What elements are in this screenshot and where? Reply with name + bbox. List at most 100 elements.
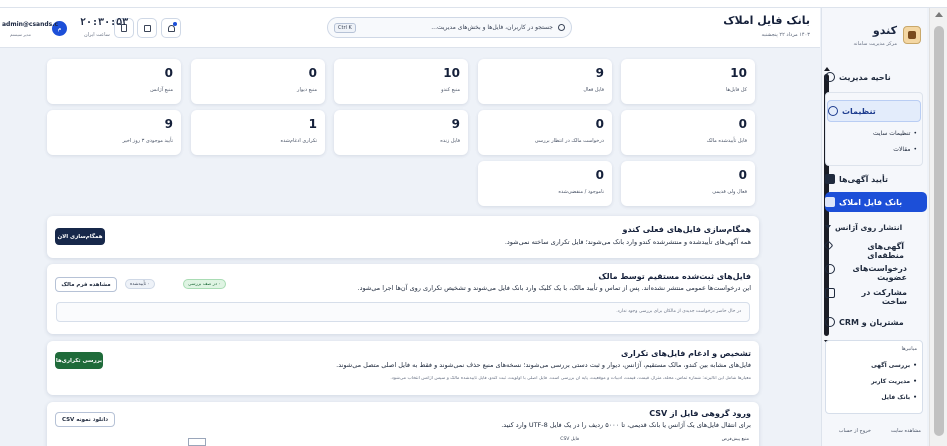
sidebar-item-construction-partnership[interactable]: مشارکت در ساخت: [825, 288, 927, 310]
csv-file-label: فایل CSV: [560, 437, 579, 442]
user-icon: [825, 264, 835, 274]
view-site-link[interactable]: مشاهده سایت: [891, 428, 921, 434]
people-icon: [825, 317, 835, 327]
calendar-icon: [144, 25, 151, 32]
sync-now-button[interactable]: همگام‌سازی الان: [55, 228, 105, 245]
approved-chip: ۰ تأییدشده: [125, 279, 155, 289]
brand[interactable]: کندو مرکز مدیریت سامانه: [821, 14, 927, 56]
sidebar-item-label: بانک فایل املاک: [839, 197, 903, 207]
calendar-button[interactable]: [137, 18, 157, 38]
sync-desc: همه آگهی‌های تأییدشده و منتشرشده کندو وا…: [504, 238, 751, 246]
sidebar: کندو مرکز مدیریت سامانه ناحیه مدیریت تنظ…: [821, 8, 927, 446]
sidebar-item-admin-area[interactable]: ناحیه مدیریت: [825, 68, 927, 86]
shortcut-property-bank[interactable]: بانک فایل: [881, 394, 917, 401]
sidebar-footer: مشاهده سایت خروج از حساب: [821, 428, 927, 440]
browser-strip: [0, 0, 947, 8]
stat-value: 9: [595, 66, 604, 80]
default-source-label: منبع پیش‌فرض: [721, 437, 749, 442]
stat-card: 0 منبع دیوار: [191, 59, 325, 104]
shortcut-label: بررسی آگهی: [871, 362, 911, 369]
notifications-button[interactable]: [161, 18, 181, 38]
owner-desc: این درخواست‌ها عمومی منتشر نشده‌اند. پس …: [357, 284, 752, 292]
owner-files-panel: فایل‌های ثبت‌شده مستقیم توسط مالک این در…: [47, 264, 759, 334]
stat-value: 9: [451, 117, 460, 131]
search-shortcut-badge: Ctrl K: [334, 23, 356, 33]
brand-subtitle: مرکز مدیریت سامانه: [853, 41, 898, 47]
stat-value: 0: [164, 66, 173, 80]
stat-value: 0: [738, 117, 747, 131]
stat-value: 0: [595, 117, 604, 131]
sidebar-item-label: تأیید آگهی‌ها: [839, 174, 889, 184]
page-scrollbar[interactable]: [929, 8, 947, 446]
sidebar-subitem-articles[interactable]: مقالات: [893, 146, 917, 153]
stat-label: منبع کندو: [441, 87, 460, 93]
view-owner-form-button[interactable]: مشاهده فرم مالک: [55, 277, 117, 292]
stat-label: درخواست مالک در انتظار بررسی: [534, 138, 604, 144]
csv-import-panel: ورود گروهی فایل از CSV برای انتقال فایل‌…: [47, 402, 759, 446]
sidebar-item-approve-ads[interactable]: تأیید آگهی‌ها: [825, 170, 927, 188]
home-icon: [825, 72, 835, 82]
user-role: مدیر سیستم: [10, 32, 31, 37]
stat-value: 9: [164, 117, 173, 131]
check-duplicates-button[interactable]: بررسی تکراری‌ها: [55, 352, 103, 369]
sidebar-item-label: تنظیمات: [842, 106, 876, 116]
stat-value: 0: [595, 168, 604, 182]
chevron-down-icon: [825, 225, 831, 229]
bell-icon: [168, 25, 175, 32]
stat-label: تکراری ادغام‌شده: [280, 138, 317, 144]
sidebar-item-label: مشتریان و CRM: [839, 317, 904, 327]
logout-link[interactable]: خروج از حساب: [839, 428, 871, 434]
shortcuts-title: میانبرها: [901, 346, 917, 352]
sync-panel: همگام‌سازی فایل‌های فعلی کندو همه آگهی‌ه…: [47, 216, 759, 258]
sidebar-item-property-bank[interactable]: بانک فایل املاک: [825, 192, 927, 212]
sidebar-item-label: ناحیه مدیریت: [839, 72, 891, 82]
stat-label: فعال ولی قدیمی: [712, 189, 747, 195]
clock-label: ساعت ایران: [84, 32, 110, 38]
notification-dot: [173, 22, 177, 26]
shortcut-label: مدیریت کاربر: [871, 378, 911, 385]
logo-icon: [903, 26, 921, 44]
user-email[interactable]: admin@csands.c: [2, 21, 58, 28]
csv-desc: برای انتقال فایل‌های یک آژانس یا بانک قد…: [501, 421, 751, 429]
avatar-letter: م: [57, 25, 62, 32]
top-header: بانک فایل املاک ۱۴۰۳ مرداد ۲۲ پنجشنبه جس…: [0, 8, 820, 48]
sidebar-item-publish-agency[interactable]: انتشار روی آژانس: [825, 218, 927, 236]
csv-title: ورود گروهی فایل از CSV: [649, 409, 751, 418]
brand-title: کندو: [872, 24, 897, 37]
scroll-up-arrow-icon[interactable]: [935, 12, 943, 17]
building-icon: [825, 288, 835, 298]
sidebar-subitem-site-settings[interactable]: تنظیمات سایت: [873, 130, 917, 137]
stat-card: 9 فایل فعال: [478, 59, 612, 104]
stat-card: 0 درخواست مالک در انتظار بررسی: [478, 110, 612, 155]
shortcut-review-ad[interactable]: بررسی آگهی: [871, 362, 917, 369]
download-sample-csv-button[interactable]: دانلود نمونه CSV: [55, 412, 115, 427]
sidebar-subitem-label: تنظیمات سایت: [872, 130, 911, 137]
dedupe-note: معیارها شامل این آنالیزند: شماره تماس، م…: [390, 376, 751, 381]
sidebar-item-settings[interactable]: تنظیمات: [827, 100, 921, 122]
scrollbar-thumb[interactable]: [934, 26, 944, 436]
sidebar-subitem-label: مقالات: [893, 146, 911, 153]
sidebar-item-membership-requests[interactable]: درخواست‌های عضویت: [825, 264, 927, 286]
stat-card: 0 ناموجود / منقضی‌شده: [478, 161, 612, 206]
stat-label: فایل زنده: [440, 138, 460, 144]
shortcut-user-management[interactable]: مدیریت کاربر: [871, 378, 917, 385]
owner-empty-state: در حال حاضر درخواست جدیدی از مالکان برای…: [56, 302, 750, 322]
shortcut-label: بانک فایل: [881, 394, 911, 401]
database-icon: [825, 197, 835, 207]
stat-label: کل فایل‌ها: [725, 87, 747, 93]
sync-title: همگام‌سازی فایل‌های فعلی کندو: [622, 225, 752, 234]
app-root: کندو مرکز مدیریت سامانه ناحیه مدیریت تنظ…: [0, 0, 947, 446]
sidebar-item-label: انتشار روی آژانس: [835, 222, 903, 232]
file-input[interactable]: [188, 438, 206, 446]
stat-label: منبع دیوار: [297, 87, 317, 93]
empty-state-text: در حال حاضر درخواست جدیدی از مالکان برای…: [616, 309, 741, 314]
stat-card: 0 فایل تأییدشده مالک: [621, 110, 755, 155]
sidebar-item-label: درخواست‌های عضویت: [852, 264, 907, 282]
sidebar-item-crm[interactable]: مشتریان و CRM: [825, 313, 927, 331]
search-input[interactable]: جستجو در کاربران، فایل‌ها و بخش‌های مدیر…: [327, 17, 572, 38]
search-icon: [558, 24, 565, 31]
stat-card: 1 تکراری ادغام‌شده: [191, 110, 325, 155]
stat-label: فایل فعال: [583, 87, 604, 93]
header-date: ۱۴۰۳ مرداد ۲۲ پنجشنبه: [761, 32, 810, 38]
stat-value: 0: [308, 66, 317, 80]
